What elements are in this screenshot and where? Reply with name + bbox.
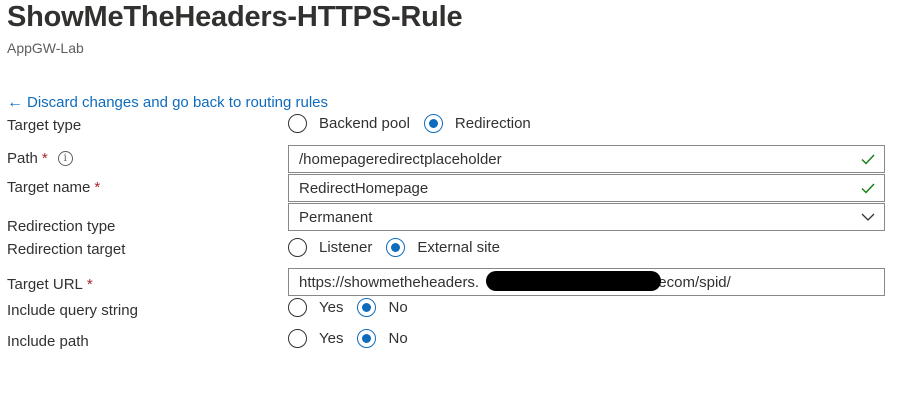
radio-query-no[interactable]: No [357, 298, 408, 317]
discard-changes-label: Discard changes and go back to routing r… [27, 94, 329, 111]
include-path-radio-group: Yes No [288, 329, 422, 348]
radio-query-no-label: No [388, 299, 408, 316]
radio-path-yes[interactable]: Yes [288, 329, 343, 348]
target-url-label: Target URL * [7, 276, 93, 293]
check-icon [861, 154, 875, 165]
include-query-string-label: Include query string [7, 302, 138, 319]
radio-path-no-label: No [388, 330, 408, 347]
chevron-down-icon [861, 213, 875, 221]
target-url-suffix: /ecom/spid/ [654, 273, 731, 291]
radio-query-yes[interactable]: Yes [288, 298, 343, 317]
target-name-label: Target name * [7, 179, 100, 196]
path-value: /homepageredirectplaceholder [299, 150, 502, 168]
radio-circle-selected[interactable] [386, 238, 406, 257]
radio-listener[interactable]: Listener [288, 238, 372, 257]
radio-redirection-label: Redirection [454, 115, 531, 132]
include-query-string-label-text: Include query string [7, 302, 138, 319]
include-path-label-text: Include path [7, 333, 89, 350]
redirection-target-label-text: Redirection target [7, 241, 126, 258]
radio-query-yes-label: Yes [319, 299, 344, 316]
radio-circle-selected[interactable] [357, 298, 377, 317]
info-icon[interactable]: i [57, 151, 73, 166]
redirection-type-label: Redirection type [7, 218, 115, 235]
redirection-type-label-text: Redirection type [7, 218, 116, 235]
redirection-target-label: Redirection target [7, 241, 125, 258]
radio-circle[interactable] [288, 114, 307, 133]
target-name-label-text: Target name [7, 179, 91, 196]
required-marker: * [86, 276, 93, 293]
radio-backend-pool-label: Backend pool [319, 115, 410, 132]
radio-path-no[interactable]: No [357, 329, 408, 348]
target-url-label-text: Target URL [7, 276, 83, 293]
radio-circle[interactable] [288, 238, 307, 257]
check-icon [861, 183, 875, 194]
back-arrow-icon: ← [7, 93, 23, 111]
radio-redirection[interactable]: Redirection [423, 114, 531, 133]
redaction-mark [486, 271, 661, 291]
required-marker: * [94, 179, 101, 196]
radio-external-site[interactable]: External site [386, 238, 500, 257]
path-label: Path * i [7, 150, 73, 167]
target-name-value: RedirectHomepage [299, 179, 429, 197]
radio-external-site-label: External site [417, 239, 500, 256]
radio-circle[interactable] [288, 298, 307, 317]
include-query-string-radio-group: Yes No [288, 298, 422, 317]
radio-circle-selected[interactable] [357, 329, 377, 348]
target-url-prefix: https://showmetheheaders. [299, 273, 480, 291]
page-subtitle: AppGW-Lab [7, 40, 84, 56]
path-input[interactable]: /homepageredirectplaceholder [288, 145, 885, 173]
radio-circle[interactable] [288, 329, 307, 348]
radio-listener-label: Listener [319, 239, 373, 256]
target-type-label: Target type [7, 117, 81, 134]
discard-changes-link[interactable]: ← Discard changes and go back to routing… [7, 94, 328, 111]
radio-backend-pool[interactable]: Backend pool [288, 114, 410, 133]
page-title: ShowMeTheHeaders-HTTPS-Rule [7, 1, 463, 33]
target-type-radio-group: Backend pool Redirection [288, 114, 545, 133]
radio-circle-selected[interactable] [423, 114, 443, 133]
redirection-target-radio-group: Listener External site [288, 238, 514, 257]
required-marker: * [41, 150, 48, 167]
path-label-text: Path [7, 150, 38, 167]
include-path-label: Include path [7, 333, 89, 350]
redirection-type-value: Permanent [299, 208, 373, 226]
radio-path-yes-label: Yes [319, 330, 344, 347]
target-name-input[interactable]: RedirectHomepage [288, 174, 885, 202]
target-type-label-text: Target type [7, 117, 82, 134]
redirection-type-dropdown[interactable]: Permanent [288, 203, 885, 231]
